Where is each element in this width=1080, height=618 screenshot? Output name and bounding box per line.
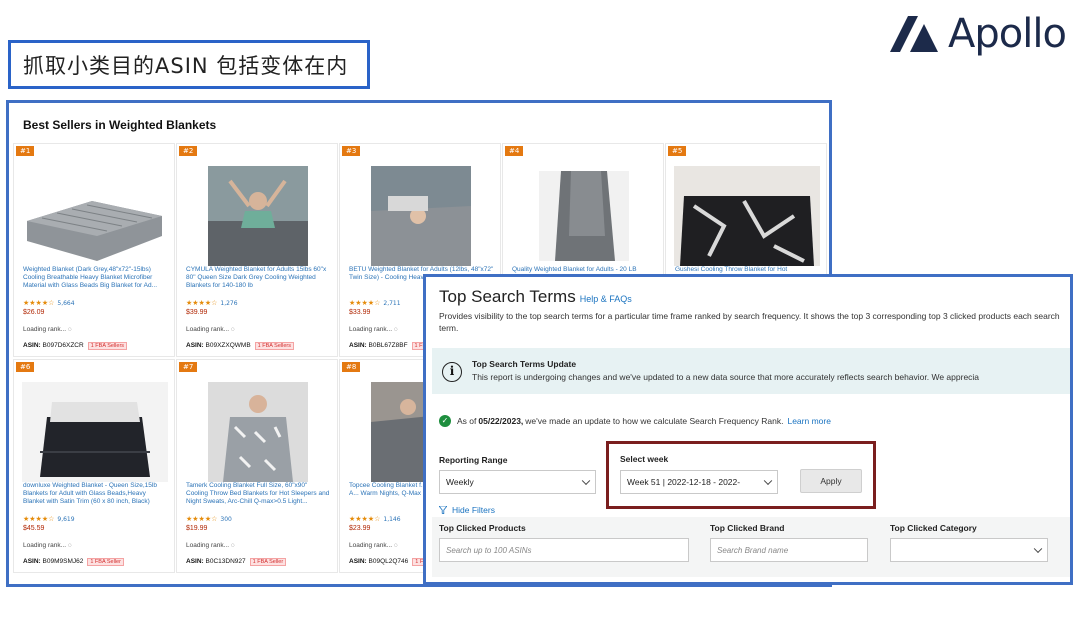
product-card[interactable]: #2 CYMULA Weighted Blanket for Adults 15… xyxy=(176,143,338,357)
asin-row: ASIN: B09M9SMJ62 1 FBA Seller xyxy=(23,558,124,566)
star-rating: ★★★★☆ 1,146 xyxy=(349,515,401,523)
apollo-logo: Apollo xyxy=(888,8,1078,60)
update-text: This report is undergoing changes and we… xyxy=(472,372,980,382)
asin-search-input[interactable]: Search up to 100 ASINs xyxy=(439,538,689,562)
loading-rank: Loading rank... ◌ xyxy=(23,326,72,333)
asin-row: ASIN: B09XZXQWMB 1 FBA Sellers xyxy=(186,342,294,350)
asin-row: ASIN: B0C13DN927 1 FBA Seller xyxy=(186,558,287,566)
top-clicked-category-label: Top Clicked Category xyxy=(890,523,977,533)
reporting-range-label: Reporting Range xyxy=(439,455,508,465)
page-title: Top Search Terms Help & FAQs xyxy=(439,287,632,306)
check-circle-icon: ✓ xyxy=(439,415,451,427)
product-title-link[interactable]: CYMULA Weighted Blanket for Adults 15lbs… xyxy=(186,266,331,298)
top-search-terms-panel: Top Search Terms Help & FAQs Provides vis… xyxy=(423,274,1073,585)
chevron-down-icon xyxy=(763,476,773,486)
price: $33.99 xyxy=(349,309,371,316)
asin-row: ASIN: B0BL67Z8BF 1 FB xyxy=(349,342,430,350)
category-select[interactable] xyxy=(890,538,1048,562)
loading-rank: Loading rank... ◌ xyxy=(349,326,398,333)
reporting-range-select[interactable]: Weekly xyxy=(439,470,596,494)
product-title-link[interactable]: Weighted Blanket (Dark Grey,48"x72"-15lb… xyxy=(23,266,168,298)
star-rating: ★★★★☆ 1,276 xyxy=(186,299,238,307)
fba-badge: 1 FBA Seller xyxy=(249,558,287,566)
fba-badge: 1 FBA Sellers xyxy=(254,342,294,350)
logo-text: Apollo xyxy=(948,11,1067,57)
rank-badge: #4 xyxy=(505,146,524,156)
product-image[interactable] xyxy=(22,382,168,482)
loading-rank: Loading rank... ◌ xyxy=(349,542,398,549)
product-card[interactable]: #7 Tamerk Cooling Blanket Full Size, 60"… xyxy=(176,359,338,573)
price: $23.99 xyxy=(349,525,371,532)
star-rating: ★★★★☆ 9,619 xyxy=(23,515,75,523)
fba-badge: 1 FBA Seller xyxy=(87,558,124,566)
asin-row: ASIN: B09QL2Q7461 FBA xyxy=(349,558,434,566)
update-notice: ✓ As of 05/22/2023, we've made an update… xyxy=(439,415,831,427)
select-week-dropdown[interactable]: Week 51 | 2022-12-18 - 2022- xyxy=(620,470,778,494)
update-title: Top Search Terms Update xyxy=(472,359,577,369)
help-faqs-link[interactable]: Help & FAQs xyxy=(580,294,632,304)
hide-filters-link[interactable]: Hide Filters xyxy=(439,505,495,515)
rank-badge: #5 xyxy=(668,146,687,156)
chevron-down-icon xyxy=(581,476,591,486)
product-image[interactable] xyxy=(511,166,657,266)
rank-badge: #3 xyxy=(342,146,361,156)
product-image[interactable] xyxy=(185,166,331,266)
price: $26.09 xyxy=(23,309,45,316)
update-banner: i Top Search Terms Update This report is… xyxy=(432,348,1070,394)
brand-search-input[interactable]: Search Brand name xyxy=(710,538,868,562)
product-card[interactable]: #1 Weighted Blanket (Dark Grey,48"x72"-1… xyxy=(13,143,175,357)
price: $39.99 xyxy=(186,309,208,316)
chevron-down-icon xyxy=(1033,544,1043,554)
asin-row: ASIN: B097D6XZCR 1 FBA Sellers xyxy=(23,342,128,350)
apply-button[interactable]: Apply xyxy=(800,469,862,493)
rank-badge: #7 xyxy=(179,362,198,372)
product-image[interactable] xyxy=(185,382,331,482)
page-description: Provides visibility to the top search te… xyxy=(439,311,1060,333)
select-week-label: Select week xyxy=(620,454,669,464)
product-image[interactable] xyxy=(348,166,494,266)
star-rating: ★★★★☆ 300 xyxy=(186,515,232,523)
learn-more-link[interactable]: Learn more xyxy=(787,416,830,426)
product-title-link[interactable]: Tamerk Cooling Blanket Full Size, 60"x90… xyxy=(186,482,331,514)
fba-badge: 1 FBA Sellers xyxy=(87,342,128,350)
product-image[interactable] xyxy=(674,166,820,266)
rank-badge: #2 xyxy=(179,146,198,156)
best-sellers-title: Best Sellers in Weighted Blankets xyxy=(23,118,217,132)
product-title-link[interactable]: downluxe Weighted Blanket - Queen Size,1… xyxy=(23,482,168,514)
star-rating: ★★★★☆ 2,711 xyxy=(349,299,401,307)
rank-badge: #1 xyxy=(16,146,35,156)
price: $45.59 xyxy=(23,525,45,532)
price: $19.99 xyxy=(186,525,208,532)
info-icon: i xyxy=(442,362,462,382)
rank-badge: #8 xyxy=(342,362,361,372)
top-clicked-brand-label: Top Clicked Brand xyxy=(710,523,785,533)
apollo-logo-icon xyxy=(890,16,938,52)
top-clicked-products-label: Top Clicked Products xyxy=(439,523,526,533)
loading-rank: Loading rank... ◌ xyxy=(186,542,235,549)
rank-badge: #6 xyxy=(16,362,35,372)
loading-rank: Loading rank... ◌ xyxy=(23,542,72,549)
filter-icon xyxy=(439,506,447,514)
product-card[interactable]: #6 downluxe Weighted Blanket - Queen Siz… xyxy=(13,359,175,573)
slide-title: 抓取小类目的ASIN 包括变体在内 xyxy=(8,40,370,89)
star-rating: ★★★★☆ 5,664 xyxy=(23,299,75,307)
product-image[interactable] xyxy=(22,166,168,266)
loading-rank: Loading rank... ◌ xyxy=(186,326,235,333)
